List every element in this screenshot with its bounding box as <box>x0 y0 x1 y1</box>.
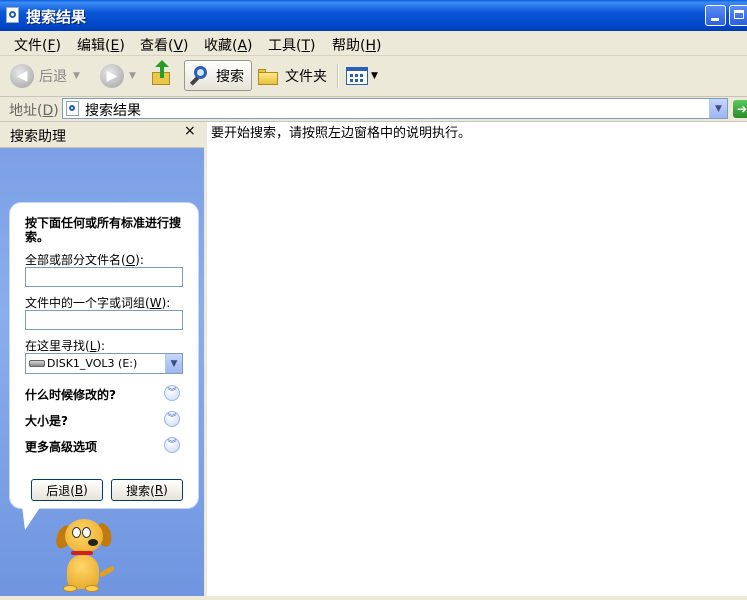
toolbar-separator <box>337 64 339 88</box>
back-arrow-icon: ◀ <box>10 63 34 88</box>
pane-title: 搜索助理 <box>10 129 66 145</box>
menu-tools[interactable]: 工具(T) <box>268 35 316 55</box>
look-in-value: DISK1_VOL3 (E:) <box>47 357 138 370</box>
search-toggle-button[interactable]: 搜索 <box>184 60 252 91</box>
option-date-modified[interactable]: 什么时候修改的? <box>25 386 116 403</box>
views-icon <box>346 66 368 85</box>
title-bar: 搜索结果 <box>0 0 747 31</box>
search-balloon: 按下面任何或所有标准进行搜索。 全部或部分文件名(O): 文件中的一个字或词组(… <box>9 202 199 509</box>
search-toggle-label: 搜索 <box>216 68 244 85</box>
expand-chevron-icon[interactable]: ︾ <box>164 411 180 427</box>
forward-dropdown-icon[interactable]: ▼ <box>129 71 136 81</box>
menu-file[interactable]: 文件(F) <box>14 35 61 55</box>
back-label: 后退 <box>39 68 67 85</box>
toolbar: ◀ 后退 ▼ ▶ ▼ 搜索 文件夹 ▼ <box>0 56 747 97</box>
balloon-tail <box>22 506 41 530</box>
search-icon <box>189 65 211 87</box>
forward-button[interactable]: ▶ ▼ <box>100 60 136 91</box>
results-pane: 要开始搜索，请按照左边窗格中的说明执行。 <box>207 122 747 600</box>
menu-edit[interactable]: 编辑(E) <box>77 35 125 55</box>
menu-bar: 文件(F) 编辑(E) 查看(V) 收藏(A) 工具(T) 帮助(H) <box>0 31 747 56</box>
search-window-icon <box>6 7 19 23</box>
address-label: 地址(D) <box>9 103 59 119</box>
filename-input[interactable] <box>25 267 183 287</box>
back-button[interactable]: ◀ 后退 ▼ <box>10 60 80 91</box>
results-message: 要开始搜索，请按照左边窗格中的说明执行。 <box>211 126 472 141</box>
up-folder-button[interactable] <box>150 59 174 91</box>
search-instruction: 按下面任何或所有标准进行搜索。 <box>25 216 182 244</box>
views-button[interactable]: ▼ <box>346 60 378 91</box>
option-advanced[interactable]: 更多高级选项 <box>25 438 97 455</box>
word-phrase-input[interactable] <box>25 310 183 330</box>
option-size[interactable]: 大小是? <box>25 412 68 429</box>
look-in-select[interactable]: DISK1_VOL3 (E:) ▼ <box>25 353 183 374</box>
address-input[interactable]: 搜索结果 ▼ <box>62 98 728 119</box>
address-bar: 地址(D) 搜索结果 ▼ ➔ <box>0 97 747 122</box>
search-button[interactable]: 搜索(R) <box>111 479 183 501</box>
window-title: 搜索结果 <box>26 8 87 26</box>
views-dropdown-icon: ▼ <box>371 70 378 81</box>
folders-button[interactable]: 文件夹 <box>258 60 327 91</box>
forward-arrow-icon: ▶ <box>100 63 124 88</box>
expand-chevron-icon[interactable]: ︾ <box>164 385 180 401</box>
search-results-icon <box>66 101 79 116</box>
minimize-button[interactable] <box>705 5 726 26</box>
menu-favorites[interactable]: 收藏(A) <box>204 35 253 55</box>
word-phrase-label: 文件中的一个字或词组(W): <box>25 296 171 310</box>
chevron-down-icon[interactable]: ▼ <box>165 354 182 373</box>
address-value: 搜索结果 <box>85 103 141 119</box>
folders-label: 文件夹 <box>285 68 327 85</box>
search-dog-character[interactable] <box>53 517 123 593</box>
folder-icon <box>258 67 280 85</box>
up-folder-icon <box>150 59 174 88</box>
menu-help[interactable]: 帮助(H) <box>332 35 381 55</box>
expand-chevron-icon[interactable]: ︾ <box>164 437 180 453</box>
close-icon[interactable]: × <box>184 123 196 139</box>
look-in-label: 在这里寻找(L): <box>25 339 106 353</box>
search-companion-pane: 搜索助理 × 按下面任何或所有标准进行搜索。 全部或部分文件名(O): 文件中的… <box>0 122 204 600</box>
address-dropdown-icon[interactable]: ▼ <box>709 99 727 118</box>
window-bottom-edge <box>0 596 747 600</box>
back-dropdown-icon[interactable]: ▼ <box>73 71 80 81</box>
pane-header: 搜索助理 × <box>0 122 204 148</box>
back-search-button[interactable]: 后退(B) <box>31 479 103 501</box>
filename-label: 全部或部分文件名(O): <box>25 253 144 267</box>
drive-icon <box>29 360 45 367</box>
menu-view[interactable]: 查看(V) <box>140 35 189 55</box>
go-arrow-icon[interactable]: ➔ <box>733 100 747 118</box>
maximize-button[interactable] <box>729 5 747 26</box>
